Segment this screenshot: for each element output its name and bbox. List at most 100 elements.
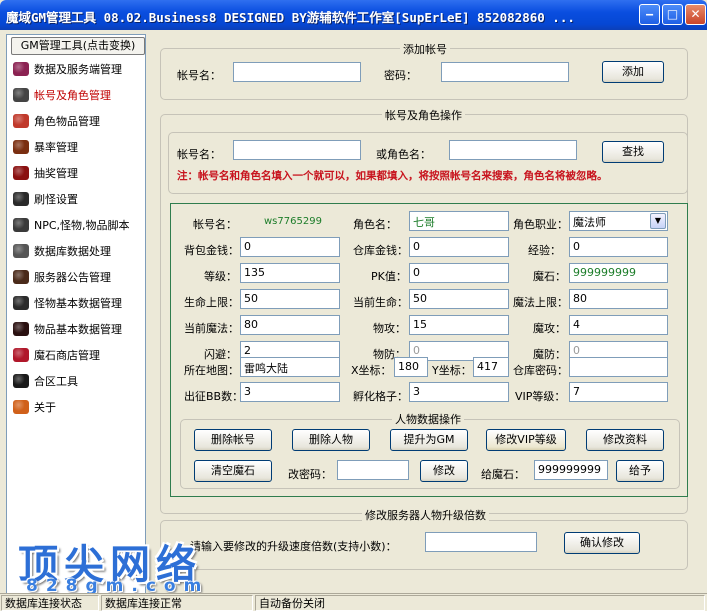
bag-gold-input[interactable]: 0 bbox=[240, 237, 340, 257]
chevron-down-icon[interactable]: ▼ bbox=[650, 213, 666, 229]
search-role-input[interactable] bbox=[449, 140, 577, 160]
bag-gold-label: 背包金钱： bbox=[184, 244, 239, 257]
sidebar-item[interactable]: 数据及服务端管理 bbox=[13, 57, 143, 81]
map-input[interactable]: 雷鸣大陆 bbox=[240, 357, 340, 377]
fire-icon bbox=[13, 166, 29, 180]
sidebar-item[interactable]: 角色物品管理 bbox=[13, 109, 143, 133]
spider-icon bbox=[13, 296, 29, 310]
sidebar-item[interactable]: 数据库数据处理 bbox=[13, 239, 143, 263]
char-class-select[interactable]: 魔法师 ▼ bbox=[569, 211, 668, 231]
add-account-name-label: 帐号名： bbox=[177, 69, 221, 82]
edit-info-button[interactable]: 修改资料 bbox=[586, 429, 664, 451]
pk-input[interactable]: 0 bbox=[409, 263, 509, 283]
change-password-button[interactable]: 修改 bbox=[420, 460, 468, 482]
sidebar-item[interactable]: 刷怪设置 bbox=[13, 187, 143, 211]
promote-gm-button[interactable]: 提升为GM bbox=[390, 429, 468, 451]
exp-input[interactable]: 0 bbox=[569, 237, 668, 257]
mag-def-label: 魔防： bbox=[533, 348, 566, 361]
sidebar-item-label: 魔石商店管理 bbox=[34, 349, 100, 362]
give-stone-label: 给魔石： bbox=[481, 468, 525, 481]
flag-icon bbox=[13, 192, 29, 206]
horn-icon bbox=[13, 140, 29, 154]
status-db-state: 数据库连接正常 bbox=[101, 595, 253, 611]
magic-stone-label: 魔石： bbox=[533, 270, 566, 283]
search-button[interactable]: 查找 bbox=[602, 141, 664, 163]
dodge-label: 闪避： bbox=[204, 348, 237, 361]
storage-pwd-label: 仓库密码： bbox=[513, 364, 568, 377]
hatch-slots-input[interactable]: 3 bbox=[409, 382, 509, 402]
minimize-button[interactable]: ‒ bbox=[639, 4, 660, 25]
sidebar-item-label: 数据库数据处理 bbox=[34, 245, 111, 258]
char-role-input[interactable]: 七哥 bbox=[409, 211, 509, 231]
y-coord-input[interactable]: 417 bbox=[473, 357, 509, 377]
sidebar-item-label: 关于 bbox=[34, 401, 56, 414]
add-account-name-input[interactable] bbox=[233, 62, 361, 82]
figure-icon bbox=[13, 218, 29, 232]
maximize-button[interactable]: □ bbox=[662, 4, 683, 25]
hatch-slots-label: 孵化格子： bbox=[353, 390, 408, 403]
book-dark-icon bbox=[13, 270, 29, 284]
sidebar-item-label: NPC,怪物,物品脚本 bbox=[34, 219, 130, 232]
delete-character-button[interactable]: 删除人物 bbox=[292, 429, 370, 451]
hp-max-input[interactable]: 50 bbox=[240, 289, 340, 309]
add-account-button[interactable]: 添加 bbox=[602, 61, 664, 83]
y-coord-label: Y坐标： bbox=[432, 364, 472, 377]
storage-gold-input[interactable]: 0 bbox=[409, 237, 509, 257]
window-title: 魔域GM管理工具 08.02.Business8 DESIGNED BY游辅软件… bbox=[6, 10, 575, 25]
sidebar-item[interactable]: 关于 bbox=[13, 395, 143, 419]
storage-gold-label: 仓库金钱： bbox=[353, 244, 408, 257]
add-account-title: 添加帐号 bbox=[400, 41, 450, 57]
confirm-levelup-button[interactable]: 确认修改 bbox=[564, 532, 640, 554]
account-ops-title: 帐号及角色操作 bbox=[382, 107, 465, 123]
sidebar-item[interactable]: 暴率管理 bbox=[13, 135, 143, 159]
edit-vip-button[interactable]: 修改VIP等级 bbox=[486, 429, 566, 451]
magic-stone-input[interactable]: 999999999 bbox=[569, 263, 668, 283]
sidebar-item-label: 抽奖管理 bbox=[34, 167, 78, 180]
gm-tools-toggle-button[interactable]: GM管理工具(点击变换) bbox=[11, 37, 145, 55]
add-account-password-input[interactable] bbox=[441, 62, 569, 82]
close-button[interactable]: ✕ bbox=[685, 4, 706, 25]
change-password-input[interactable] bbox=[337, 460, 409, 480]
sidebar-item[interactable]: 服务器公告管理 bbox=[13, 265, 143, 289]
change-password-label: 改密码： bbox=[288, 468, 332, 481]
give-stone-input[interactable]: 999999999 bbox=[534, 460, 608, 480]
levelup-multiplier-input[interactable] bbox=[425, 532, 537, 552]
sidebar-item[interactable]: 抽奖管理 bbox=[13, 161, 143, 185]
sidebar-item[interactable]: NPC,怪物,物品脚本 bbox=[13, 213, 143, 237]
level-input[interactable]: 135 bbox=[240, 263, 340, 283]
sidebar-item[interactable]: 物品基本数据管理 bbox=[13, 317, 143, 341]
map-label: 所在地图： bbox=[184, 364, 239, 377]
give-stone-button[interactable]: 给予 bbox=[616, 460, 664, 482]
sidebar-item-label: 刷怪设置 bbox=[34, 193, 78, 206]
x-coord-input[interactable]: 180 bbox=[394, 357, 428, 377]
sidebar-item[interactable]: 怪物基本数据管理 bbox=[13, 291, 143, 315]
char-ops-title: 人物数据操作 bbox=[392, 411, 464, 427]
clear-magic-stone-button[interactable]: 清空魔石 bbox=[194, 460, 272, 482]
hp-max-label: 生命上限： bbox=[184, 296, 239, 309]
status-db-label: 数据库连接状态 bbox=[1, 595, 99, 611]
bb-count-input[interactable]: 3 bbox=[240, 382, 340, 402]
exp-label: 经验： bbox=[528, 244, 561, 257]
add-account-password-label: 密码： bbox=[384, 69, 417, 82]
delete-account-button[interactable]: 删除帐号 bbox=[194, 429, 272, 451]
sidebar-item[interactable]: 魔石商店管理 bbox=[13, 343, 143, 367]
sidebar-item[interactable]: 合区工具 bbox=[13, 369, 143, 393]
mag-atk-input[interactable]: 4 bbox=[569, 315, 668, 335]
sidebar: GM管理工具(点击变换) 数据及服务端管理 帐号及角色管理 角色物品管理 暴率管理抽奖… bbox=[6, 34, 146, 594]
vip-level-input[interactable]: 7 bbox=[569, 382, 668, 402]
mp-max-input[interactable]: 80 bbox=[569, 289, 668, 309]
ball-icon bbox=[13, 374, 29, 388]
levelup-title: 修改服务器人物升级倍数 bbox=[362, 507, 489, 523]
search-account-input[interactable] bbox=[233, 140, 361, 160]
title-bar[interactable]: 魔域GM管理工具 08.02.Business8 DESIGNED BY游辅软件… bbox=[0, 0, 707, 30]
char-class-label: 角色职业： bbox=[513, 218, 568, 231]
mp-cur-input[interactable]: 80 bbox=[240, 315, 340, 335]
hp-cur-label: 当前生命： bbox=[353, 296, 408, 309]
hp-cur-input[interactable]: 50 bbox=[409, 289, 509, 309]
storage-pwd-input[interactable] bbox=[569, 357, 668, 377]
sidebar-item[interactable]: 帐号及角色管理 bbox=[13, 83, 143, 107]
search-role-label: 或角色名： bbox=[376, 148, 431, 161]
phys-atk-input[interactable]: 15 bbox=[409, 315, 509, 335]
person-icon bbox=[13, 88, 29, 102]
mag-atk-label: 魔攻： bbox=[533, 322, 566, 335]
